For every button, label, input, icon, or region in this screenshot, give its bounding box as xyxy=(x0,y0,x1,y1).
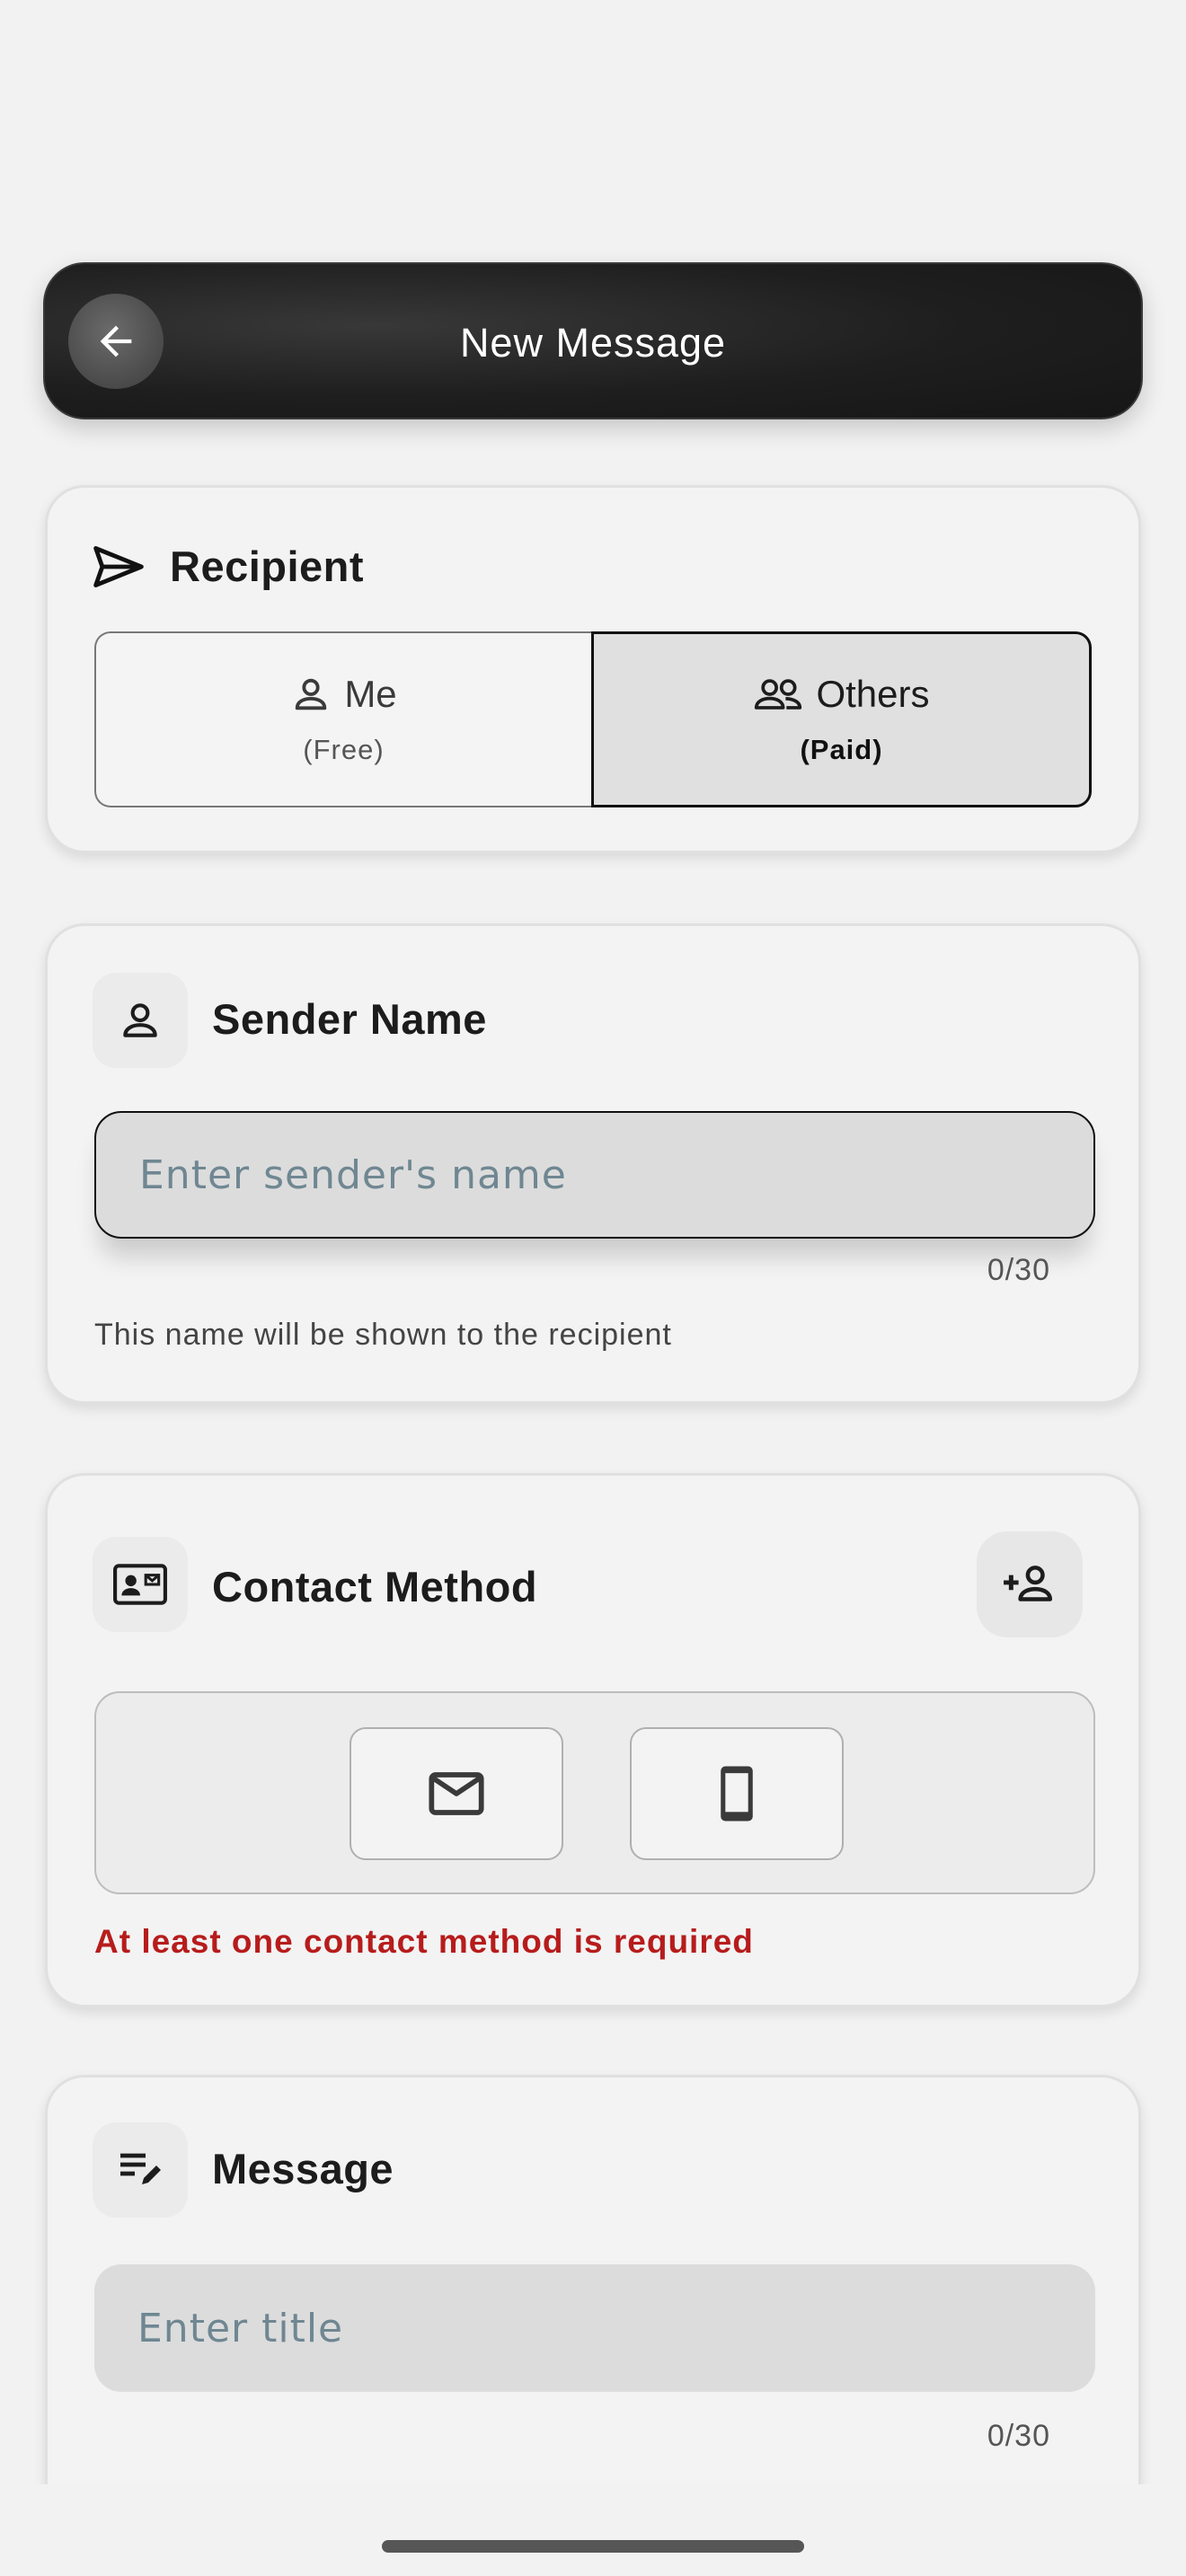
person-add-icon xyxy=(1004,1566,1053,1601)
contact-method-error: At least one contact method is required xyxy=(94,1923,754,1960)
sender-name-helper: This name will be shown to the recipient xyxy=(94,1318,672,1352)
message-title: Message xyxy=(212,2145,394,2192)
contact-card-icon xyxy=(113,1564,167,1605)
message-title-input[interactable] xyxy=(137,2305,1095,2351)
contact-method-card: Contact Method At least one contact meth… xyxy=(45,1473,1141,2007)
recipient-title: Recipient xyxy=(170,543,365,590)
sender-name-input[interactable] xyxy=(139,1151,1093,1198)
page-title: New Message xyxy=(459,319,727,366)
sender-card: Sender Name 0/30 This name will be shown… xyxy=(45,923,1141,1404)
send-icon xyxy=(93,545,144,587)
arrow-back-icon xyxy=(100,325,132,357)
new-message-screen: New Message Recipient Me (Free) Others (… xyxy=(0,0,1186,2576)
recipient-option-others-label: Others xyxy=(816,673,930,715)
message-icon-chip xyxy=(93,2122,188,2218)
message-title-counter: 0/30 xyxy=(987,2419,1050,2453)
contact-method-selector xyxy=(94,1691,1095,1894)
home-indicator xyxy=(382,2540,804,2553)
people-outline-icon xyxy=(755,679,802,710)
sender-icon-chip xyxy=(93,973,188,1068)
person-outline-icon xyxy=(296,678,327,710)
contact-title: Contact Method xyxy=(212,1563,538,1610)
contact-icon-chip xyxy=(93,1537,188,1632)
app-bar: New Message xyxy=(43,262,1143,419)
recipient-option-me-price: (Free) xyxy=(303,734,385,765)
sender-title: Sender Name xyxy=(212,995,487,1043)
message-title-field[interactable] xyxy=(94,2264,1095,2392)
bottom-safe-area xyxy=(0,2484,1186,2576)
mail-icon xyxy=(429,1772,484,1815)
recipient-option-others-price: (Paid) xyxy=(800,734,883,765)
edit-note-icon xyxy=(120,2153,161,2184)
back-button[interactable] xyxy=(68,294,164,389)
recipient-segmented-control: Me (Free) Others (Paid) xyxy=(94,631,1092,807)
phone-method-button[interactable] xyxy=(630,1727,844,1860)
email-method-button[interactable] xyxy=(350,1727,563,1860)
recipient-card: Recipient Me (Free) Others (Paid) xyxy=(45,485,1141,853)
recipient-option-others[interactable]: Others (Paid) xyxy=(591,631,1092,807)
recipient-header: Recipient xyxy=(93,542,364,591)
add-contact-button[interactable] xyxy=(977,1531,1083,1637)
sender-name-field[interactable] xyxy=(94,1111,1095,1239)
recipient-option-me-label: Me xyxy=(344,673,397,715)
phone-icon xyxy=(721,1766,753,1822)
person-outline-icon xyxy=(123,1003,157,1037)
recipient-option-me[interactable]: Me (Free) xyxy=(94,631,591,807)
sender-name-counter: 0/30 xyxy=(987,1253,1050,1287)
